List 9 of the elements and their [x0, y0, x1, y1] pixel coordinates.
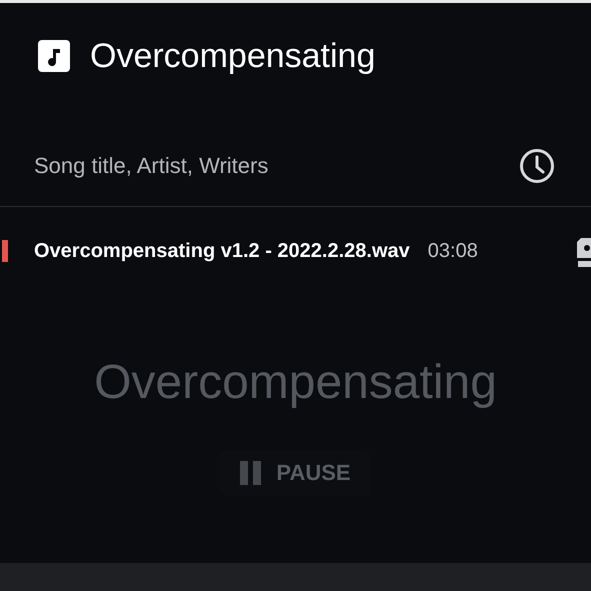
track-name: Overcompensating v1.2 - 2022.2.28.wav [34, 240, 410, 262]
song-title: Overcompensating [90, 36, 376, 76]
music-note-icon [38, 40, 70, 72]
search-field[interactable]: Song title, Artist, Writers [34, 153, 519, 179]
clock-icon[interactable] [519, 148, 555, 184]
track-row[interactable]: Overcompensating v1.2 - 2022.2.28.wav 03:08 [0, 237, 591, 265]
track-duration: 03:08 [428, 240, 478, 262]
pause-icon [240, 461, 262, 485]
now-playing-title: Overcompensating [94, 355, 497, 410]
